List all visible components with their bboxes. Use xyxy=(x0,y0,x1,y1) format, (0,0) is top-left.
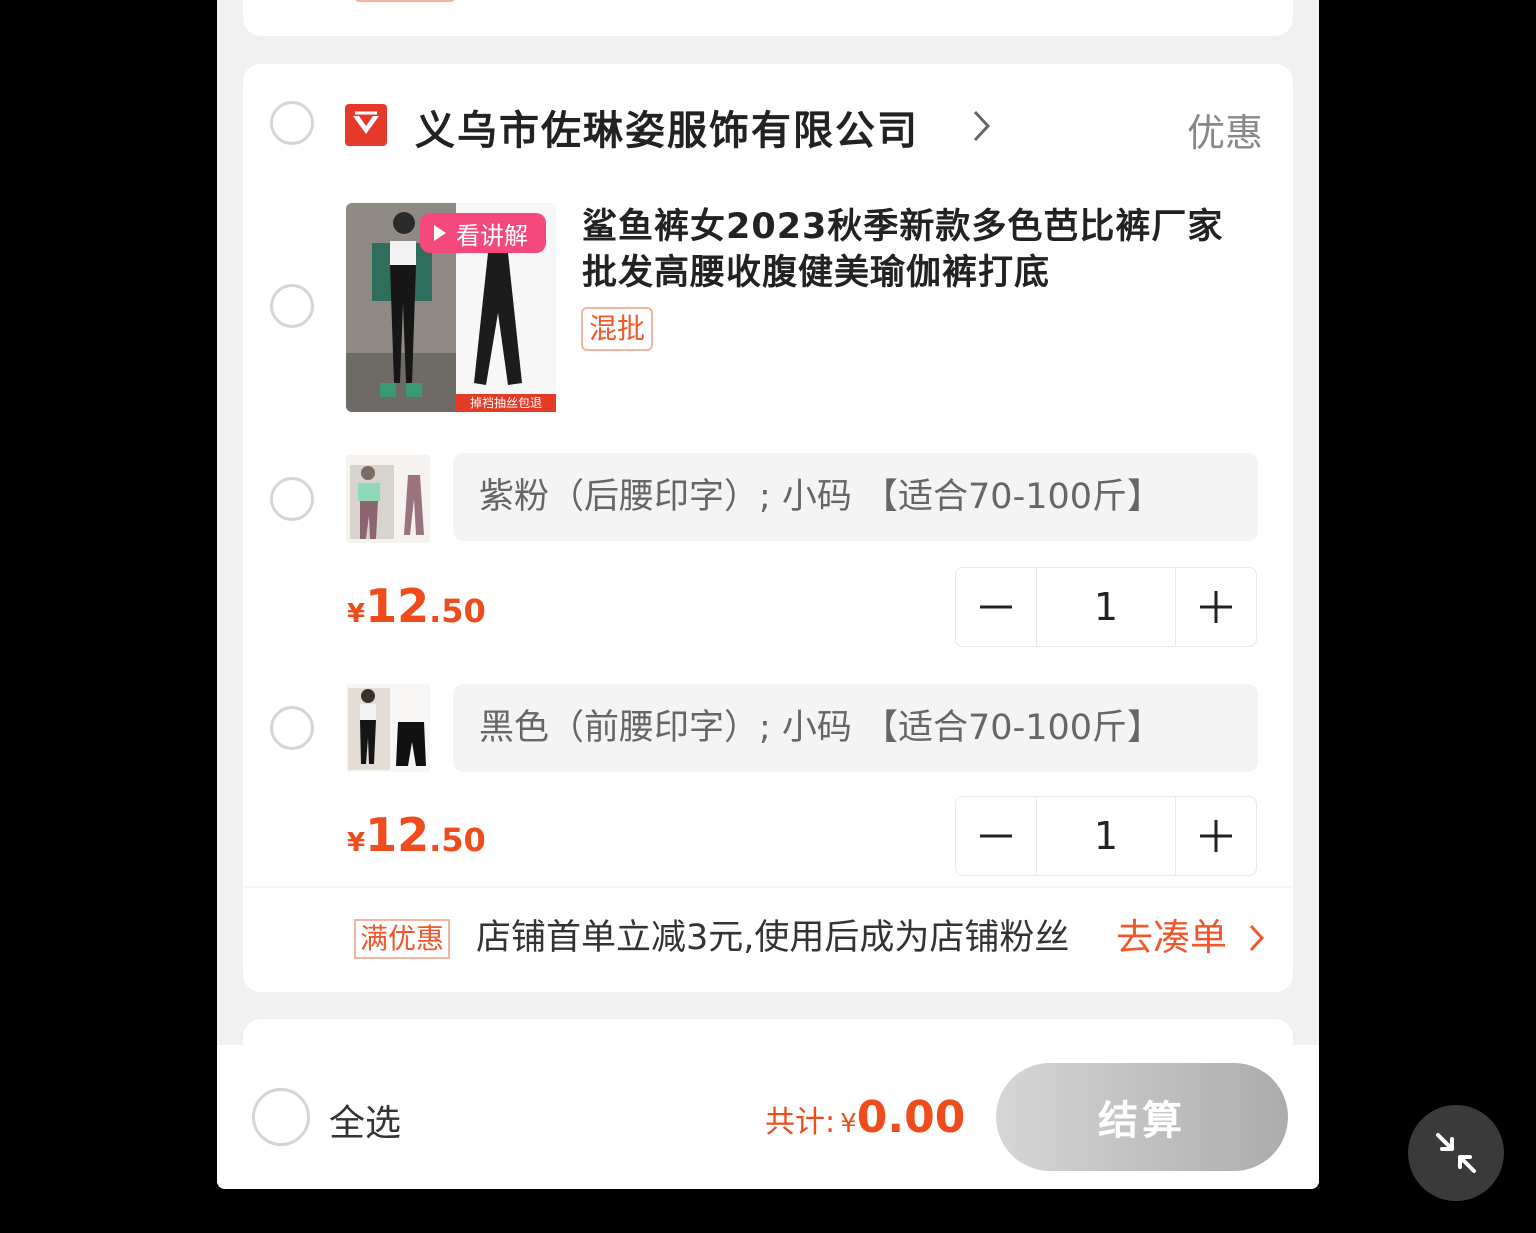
quantity-stepper: 1 xyxy=(955,796,1257,876)
divider xyxy=(243,886,1293,888)
sku-price: ¥12.50 xyxy=(347,808,486,862)
sku-select-radio[interactable] xyxy=(270,706,314,750)
previous-discount-tag xyxy=(355,0,455,2)
price-decimal: .50 xyxy=(429,821,486,859)
chevron-right-icon[interactable] xyxy=(971,108,993,148)
plus-icon xyxy=(1200,820,1232,852)
total-currency: ¥ xyxy=(840,1109,857,1139)
thumbnail-promo-strip: 掉裆抽丝包退 xyxy=(456,394,556,412)
increase-button[interactable] xyxy=(1176,568,1256,646)
price-currency: ¥ xyxy=(347,828,366,858)
price-integer: 12 xyxy=(365,808,430,862)
quantity-value[interactable]: 1 xyxy=(1036,797,1176,875)
full-discount-tag: 满优惠 xyxy=(354,919,451,959)
sku-thumbnail[interactable] xyxy=(346,684,430,772)
add-more-link[interactable]: 去凑单 xyxy=(1116,914,1227,962)
price-integer: 12 xyxy=(365,579,430,633)
mix-batch-tag: 混批 xyxy=(581,307,654,351)
price-currency: ¥ xyxy=(347,599,366,629)
shop-select-radio[interactable] xyxy=(270,101,314,145)
increase-button[interactable] xyxy=(1176,797,1256,875)
quantity-stepper: 1 xyxy=(955,567,1257,647)
watch-explanation-badge[interactable]: 看讲解 xyxy=(420,213,546,253)
sku-spec-selector[interactable]: 紫粉（后腰印字）; 小码 【适合70-100斤】 xyxy=(453,453,1258,541)
shop-logo-icon xyxy=(345,104,387,146)
collapse-arrows-icon xyxy=(1436,1133,1476,1173)
discount-description: 店铺首单立减3元,使用后成为店铺粉丝 xyxy=(476,918,1070,958)
select-all-radio[interactable] xyxy=(252,1088,310,1146)
plus-icon xyxy=(1200,591,1232,623)
product-title[interactable]: 鲨鱼裤女2023秋季新款多色芭比裤厂家批发高腰收腹健美瑜伽裤打底 xyxy=(582,204,1242,296)
minus-icon xyxy=(980,605,1012,609)
quantity-value[interactable]: 1 xyxy=(1036,568,1176,646)
shop-card: 义乌市佐琳姿服饰有限公司 优惠 看讲解 掉裆抽丝包退 鲨鱼裤女2023秋季新款多… xyxy=(243,64,1293,992)
cart-screen: 义乌市佐琳姿服饰有限公司 优惠 看讲解 掉裆抽丝包退 鲨鱼裤女2023秋季新款多… xyxy=(217,0,1319,1189)
play-icon xyxy=(434,225,446,241)
shop-name[interactable]: 义乌市佐琳姿服饰有限公司 xyxy=(415,98,919,156)
select-all-label[interactable]: 全选 xyxy=(329,1094,401,1146)
sku-select-radio[interactable] xyxy=(270,477,314,521)
decrease-button[interactable] xyxy=(956,797,1036,875)
sku-price: ¥12.50 xyxy=(347,579,486,633)
total-value: 0.00 xyxy=(856,1092,966,1143)
price-decimal: .50 xyxy=(429,592,486,630)
previous-shop-card xyxy=(243,0,1293,36)
shop-promo-link[interactable]: 优惠 xyxy=(1187,102,1263,157)
video-badge-label: 看讲解 xyxy=(456,221,528,250)
sku-thumbnail[interactable] xyxy=(346,455,430,543)
minimize-floating-button[interactable] xyxy=(1408,1105,1504,1201)
product-select-radio[interactable] xyxy=(270,284,314,328)
total-amount: 共计: ¥0.00 xyxy=(765,1092,965,1143)
chevron-right-icon[interactable] xyxy=(1248,923,1266,957)
decrease-button[interactable] xyxy=(956,568,1036,646)
total-label: 共计: xyxy=(765,1105,836,1140)
checkout-bar: 全选 共计: ¥0.00 结算 xyxy=(217,1045,1319,1189)
checkout-button[interactable]: 结算 xyxy=(996,1063,1288,1171)
minus-icon xyxy=(980,834,1012,838)
sku-spec-selector[interactable]: 黑色（前腰印字）; 小码 【适合70-100斤】 xyxy=(453,684,1258,772)
